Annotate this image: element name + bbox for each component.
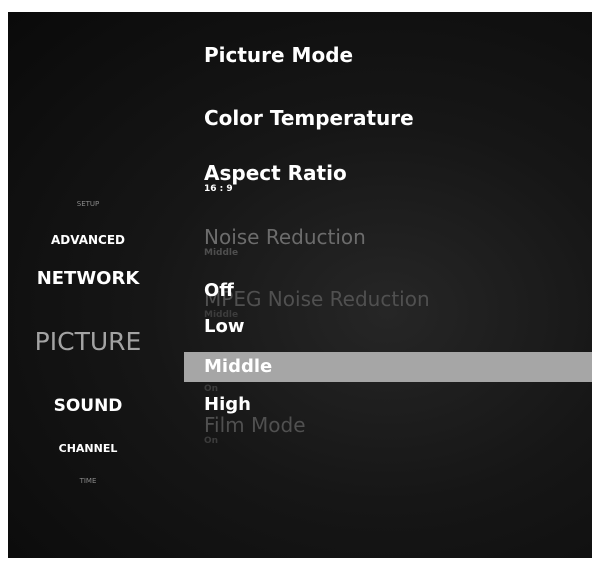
dropdown-option-off[interactable]: Off: [184, 276, 592, 306]
menu-item-label: Noise Reduction: [204, 225, 366, 249]
category-sound[interactable]: SOUND: [8, 396, 168, 416]
dropdown-option-low[interactable]: Low: [184, 312, 592, 342]
tv-menu-screen: SETUP ADVANCED NETWORK PICTURE SOUND CHA…: [8, 12, 592, 558]
menu-item-value: 16 : 9: [204, 184, 233, 194]
menu-item-picture-mode[interactable]: Picture Mode: [204, 44, 353, 66]
category-setup[interactable]: SETUP: [8, 200, 168, 208]
menu-item-value: On: [204, 436, 219, 446]
menu-item-label: Color Temperature: [204, 106, 414, 130]
menu-item-color-temperature[interactable]: Color Temperature: [204, 107, 414, 129]
category-advanced[interactable]: ADVANCED: [8, 233, 168, 247]
category-network[interactable]: NETWORK: [8, 268, 168, 289]
menu-item-label: Aspect Ratio: [204, 161, 347, 185]
noise-reduction-dropdown: Off Low Middle High: [184, 12, 592, 558]
category-channel[interactable]: CHANNEL: [8, 442, 168, 455]
picture-settings-menu: Picture Mode Color Temperature Aspect Ra…: [184, 12, 592, 558]
category-sidebar: SETUP ADVANCED NETWORK PICTURE SOUND CHA…: [8, 12, 184, 558]
dropdown-option-middle[interactable]: Middle: [184, 352, 592, 382]
menu-item-aspect-ratio[interactable]: Aspect Ratio 16 : 9: [204, 162, 347, 195]
menu-item-label: Picture Mode: [204, 43, 354, 67]
category-picture[interactable]: PICTURE: [8, 327, 168, 356]
dropdown-option-high[interactable]: High: [184, 390, 592, 420]
menu-item-noise-reduction[interactable]: Noise Reduction Middle: [204, 226, 366, 259]
category-time[interactable]: TIME: [8, 477, 168, 485]
menu-item-value: Middle: [204, 248, 239, 258]
